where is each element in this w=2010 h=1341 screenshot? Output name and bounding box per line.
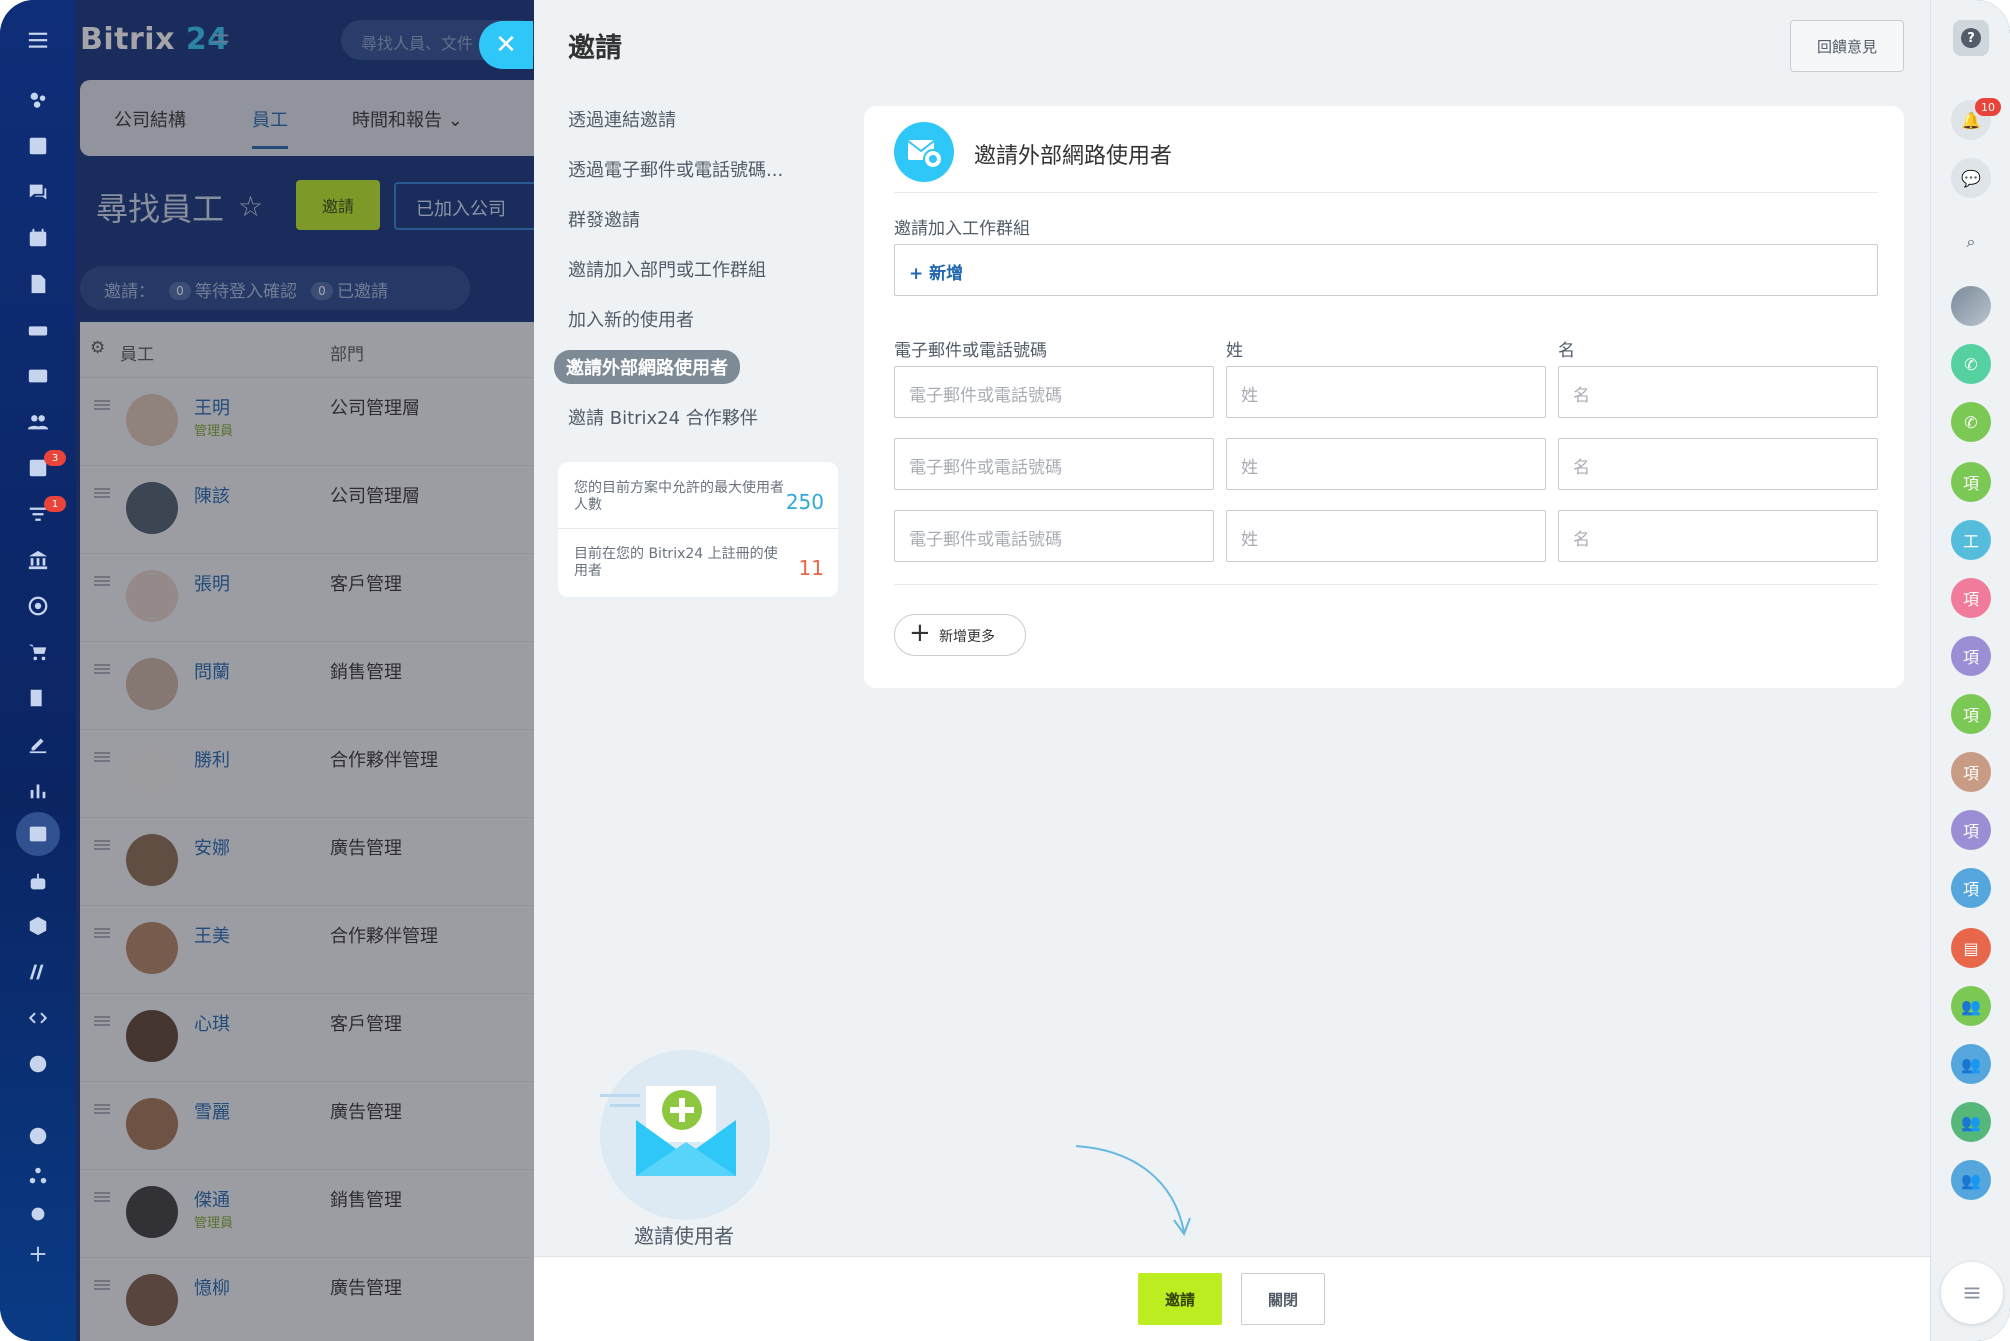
search-icon[interactable]: ⌕ xyxy=(1951,222,1991,262)
sites-icon[interactable] xyxy=(22,956,54,988)
notification-badge: 10 xyxy=(1975,98,2001,116)
invite-slider: 邀請 回饋意見 透過連結邀請 透過電子郵件或電話號碼... 群發邀請 邀請加入部… xyxy=(534,0,1930,1341)
col-last-name-label: 姓 xyxy=(1226,341,1243,361)
chat-chip-7[interactable]: 項 xyxy=(1951,810,1991,850)
app-root: 3 1 Bitrix 24 尋找人員、文件 公司結構 員工 時間和報告 ⌄ 尋找… xyxy=(0,0,2010,1341)
first-name-field-2[interactable]: 名 xyxy=(1558,438,1878,490)
more-down-icon[interactable] xyxy=(22,1048,54,1080)
bank-icon[interactable] xyxy=(22,544,54,576)
close-icon: ✕ xyxy=(495,30,517,60)
menu-invite-email[interactable]: 透過電子郵件或電話號碼... xyxy=(568,156,783,182)
card-divider xyxy=(894,192,1878,193)
chat-chip-3[interactable]: 項 xyxy=(1951,578,1991,618)
invite-illustration xyxy=(600,1050,770,1220)
group-selector[interactable]: + 新增 xyxy=(894,244,1878,296)
edit-doc-icon[interactable] xyxy=(22,682,54,714)
stat-max-users: 您的目前方案中允許的最大使用者人數 250 xyxy=(574,480,824,514)
chat-list-icon[interactable]: 💬 xyxy=(1951,158,1991,198)
card-title: 邀請外部網路使用者 xyxy=(974,144,1173,169)
mail-icon[interactable] xyxy=(22,360,54,392)
menu-mass-invite[interactable]: 群發邀請 xyxy=(568,206,640,232)
feed-icon[interactable] xyxy=(22,84,54,116)
phone-icon[interactable]: ✆ xyxy=(1951,344,1991,384)
employees-icon[interactable] xyxy=(22,818,54,850)
close-button[interactable]: 關閉 xyxy=(1241,1273,1325,1325)
settings-icon[interactable] xyxy=(22,1198,54,1230)
menu-invite-extranet[interactable]: 邀請外部網路使用者 xyxy=(554,350,740,384)
menu-add-user[interactable]: 加入新的使用者 xyxy=(568,306,694,332)
arrow-icon xyxy=(1075,1145,1191,1237)
chat-chip-2[interactable]: 工 xyxy=(1951,520,1991,560)
structure-icon[interactable] xyxy=(22,1160,54,1192)
panel-footer: 邀請 關閉 xyxy=(534,1256,1930,1341)
stat-divider xyxy=(558,528,838,529)
illustration-caption: 邀請使用者 xyxy=(634,1224,734,1248)
panel-title: 邀請 xyxy=(568,33,622,64)
chat-chip-8[interactable]: 項 xyxy=(1951,868,1991,908)
sign-icon[interactable] xyxy=(22,728,54,760)
phone-icon-2[interactable]: ✆ xyxy=(1951,402,1991,442)
invite-button[interactable]: 邀請 xyxy=(1138,1273,1222,1325)
tasks-icon[interactable] xyxy=(22,130,54,162)
extranet-invite-card: 邀請外部網路使用者 邀請加入工作群組 + 新增 電子郵件或電話號碼 姓 名 電子… xyxy=(864,106,1904,688)
card-divider-2 xyxy=(894,584,1878,585)
chat-chip-5[interactable]: 項 xyxy=(1951,694,1991,734)
drive-icon[interactable] xyxy=(22,314,54,346)
email-field-2[interactable]: 電子郵件或電話號碼 xyxy=(894,438,1214,490)
chat-chip-4[interactable]: 項 xyxy=(1951,636,1991,676)
nav-badge-tasks: 3 xyxy=(44,450,66,466)
menu-invite-link[interactable]: 透過連結邀請 xyxy=(568,106,676,132)
last-name-field-3[interactable]: 姓 xyxy=(1226,510,1546,562)
mail-globe-icon xyxy=(894,122,954,182)
menu-invite-department[interactable]: 邀請加入部門或工作群組 xyxy=(568,256,766,282)
calendar-icon[interactable] xyxy=(22,222,54,254)
right-rail: ? 🔔 10 💬 ⌕ ✆ ✆ 項 工 項 項 項 項 項 項 ▤ 👥 👥 👥 👥 xyxy=(1930,0,2010,1341)
close-slider-button[interactable]: ✕ xyxy=(479,21,533,69)
chat-icon[interactable] xyxy=(22,176,54,208)
chat-chip-1[interactable]: 項 xyxy=(1951,462,1991,502)
group-chat-icon-1[interactable]: 👥 xyxy=(1951,986,1991,1026)
stat-registered-users: 目前在您的 Bitrix24 上註冊的使用者 11 xyxy=(574,546,824,580)
email-field-3[interactable]: 電子郵件或電話號碼 xyxy=(894,510,1214,562)
target-icon[interactable] xyxy=(22,590,54,622)
contact-card-icon[interactable]: ▤ xyxy=(1951,928,1991,968)
group-chat-icon-3[interactable]: 👥 xyxy=(1951,1102,1991,1142)
feedback-button[interactable]: 回饋意見 xyxy=(1790,20,1904,72)
col-email-label: 電子郵件或電話號碼 xyxy=(894,341,1047,361)
email-field-1[interactable]: 電子郵件或電話號碼 xyxy=(894,366,1214,418)
help-icon[interactable] xyxy=(22,1120,54,1152)
list-icon[interactable] xyxy=(1941,1262,2003,1324)
docs-icon[interactable] xyxy=(22,268,54,300)
robot-icon[interactable] xyxy=(22,866,54,898)
help-icon[interactable]: ? xyxy=(1953,20,1989,56)
first-name-field-1[interactable]: 名 xyxy=(1558,366,1878,418)
box-icon[interactable] xyxy=(22,910,54,942)
col-first-name-label: 名 xyxy=(1558,341,1575,361)
code-icon[interactable] xyxy=(22,1002,54,1034)
group-chat-icon-2[interactable]: 👥 xyxy=(1951,1044,1991,1084)
chat-chip-6[interactable]: 項 xyxy=(1951,752,1991,792)
group-icon[interactable] xyxy=(22,406,54,438)
last-name-field-2[interactable]: 姓 xyxy=(1226,438,1546,490)
group-label: 邀請加入工作群組 xyxy=(894,219,1030,239)
cart-icon[interactable] xyxy=(22,636,54,668)
avatar[interactable] xyxy=(1951,286,1991,326)
menu-icon[interactable] xyxy=(22,24,54,56)
add-more-button[interactable]: 新增更多 xyxy=(894,614,1026,656)
menu-invite-partner[interactable]: 邀請 Bitrix24 合作夥伴 xyxy=(568,404,758,430)
user-limit-box: 您的目前方案中允許的最大使用者人數 250 目前在您的 Bitrix24 上註冊… xyxy=(558,462,838,597)
add-icon[interactable] xyxy=(22,1238,54,1270)
last-name-field-1[interactable]: 姓 xyxy=(1226,366,1546,418)
group-chat-icon-4[interactable]: 👥 xyxy=(1951,1160,1991,1200)
analytics-icon[interactable] xyxy=(22,774,54,806)
overlay-dim[interactable] xyxy=(76,0,534,1341)
nav-badge-crm: 1 xyxy=(44,496,66,512)
first-name-field-3[interactable]: 名 xyxy=(1558,510,1878,562)
left-nav: 3 1 xyxy=(0,0,76,1341)
